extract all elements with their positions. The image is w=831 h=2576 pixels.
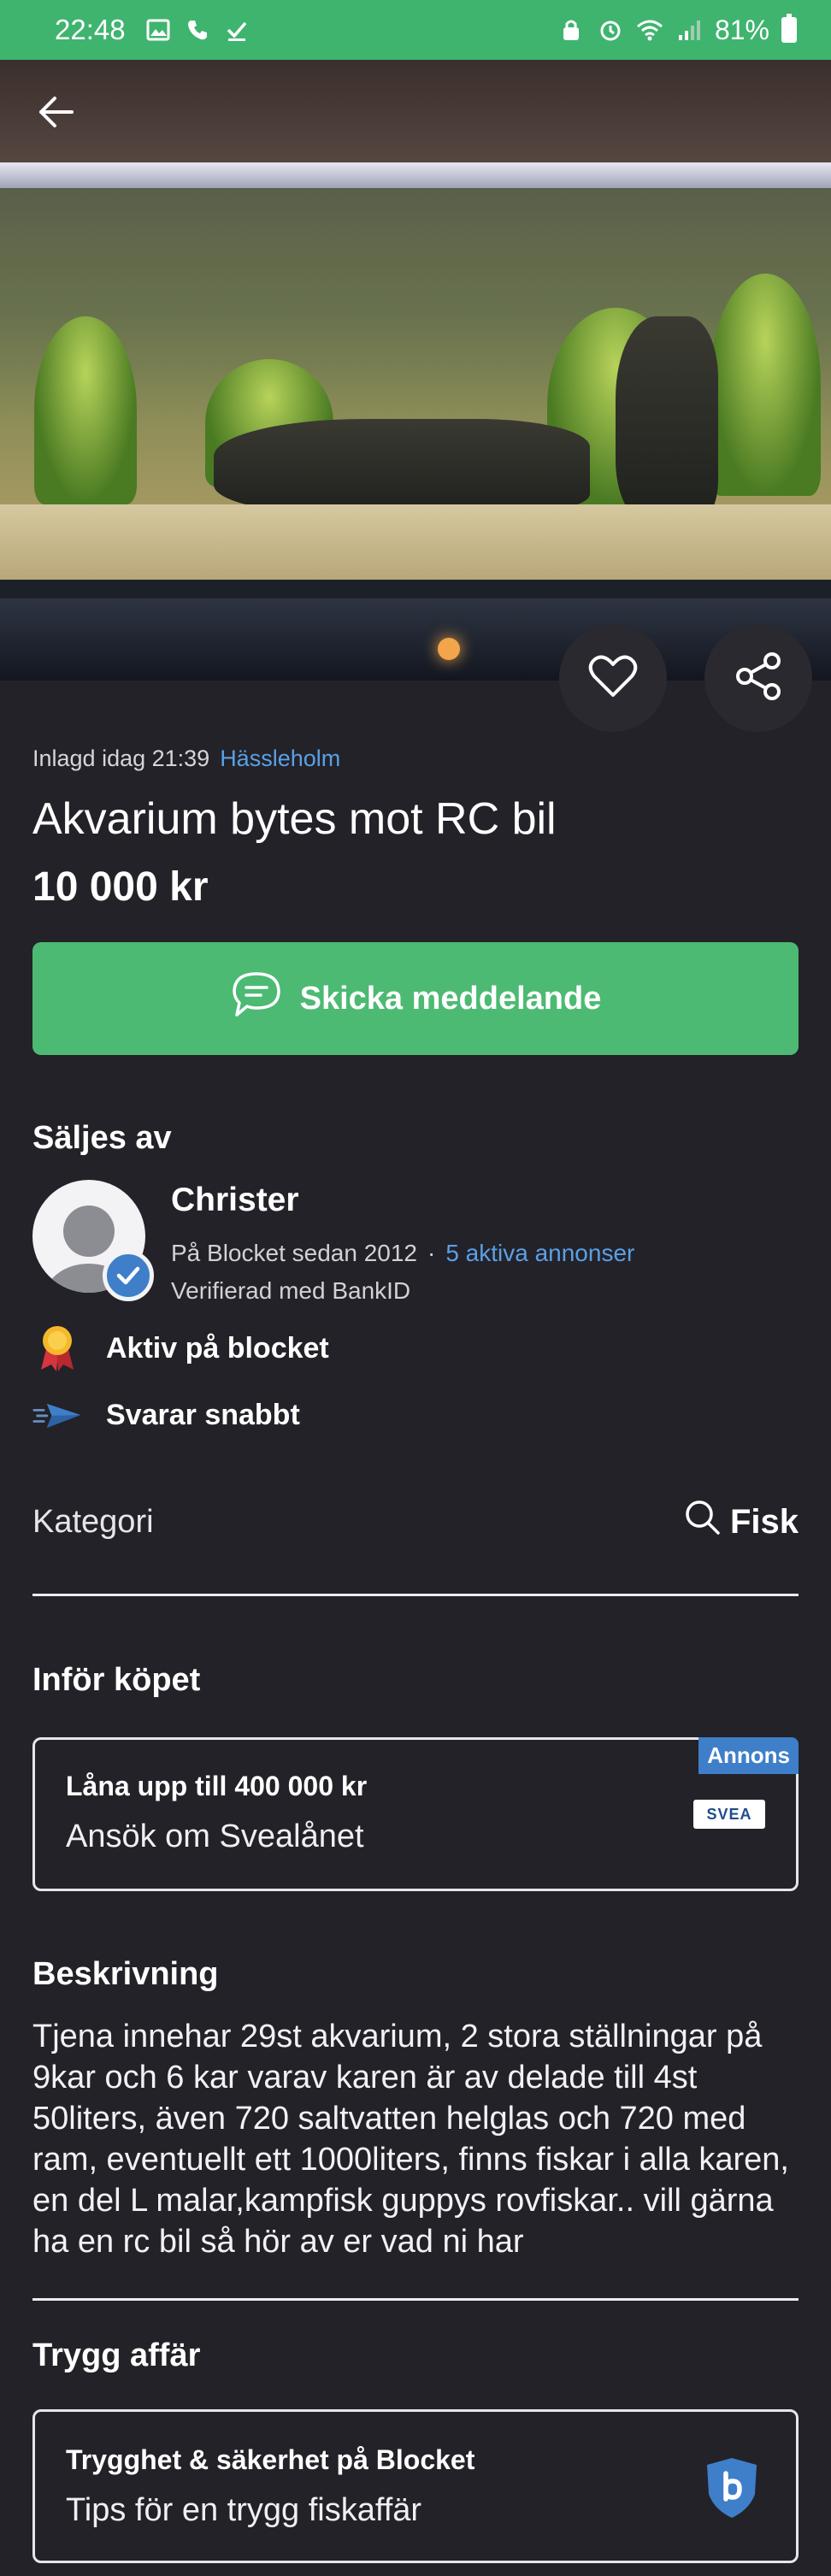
badge-active-label: Aktiv på blocket xyxy=(106,1331,329,1365)
verified-badge-icon xyxy=(103,1250,154,1301)
chat-bubble-icon xyxy=(230,970,283,1027)
wifi-icon xyxy=(636,16,663,44)
loan-ad-subtitle: Ansök om Svealånet xyxy=(66,1819,364,1854)
arrow-left-icon xyxy=(38,95,75,133)
favorite-button[interactable] xyxy=(559,624,667,732)
battery-icon xyxy=(781,14,797,43)
badge-fast-reply-label: Svarar snabbt xyxy=(106,1398,300,1431)
category-row[interactable]: Kategori Fisk xyxy=(32,1488,799,1556)
listing-price: 10 000 kr xyxy=(32,864,209,910)
loan-ad-card[interactable]: Annons Låna upp till 400 000 kr Ansök om… xyxy=(32,1737,799,1891)
send-message-label: Skicka meddelande xyxy=(299,980,602,1017)
ad-tag: Annons xyxy=(698,1737,799,1774)
lock-icon xyxy=(557,16,585,44)
description-heading: Beskrivning xyxy=(32,1956,219,1992)
loan-ad-title: Låna upp till 400 000 kr xyxy=(66,1771,368,1801)
safety-tips-card[interactable]: Trygghet & säkerhet på Blocket Tips för … xyxy=(32,2409,799,2563)
search-icon xyxy=(684,1499,722,1545)
bankid-verified: Verifierad med BankID xyxy=(171,1277,411,1304)
send-message-button[interactable]: Skicka meddelande xyxy=(32,942,799,1055)
seller-name[interactable]: Christer xyxy=(171,1182,299,1219)
blocket-shield-icon xyxy=(705,2456,758,2520)
description-text: Tjena innehar 29st akvarium, 2 stora stä… xyxy=(32,2019,789,2260)
status-time: 22:48 xyxy=(55,14,126,45)
category-name: Fisk xyxy=(729,1502,799,1541)
posted-time: Inlagd idag 21:39 xyxy=(32,746,210,771)
paper-plane-icon xyxy=(32,1390,82,1440)
battery-percent: 81% xyxy=(714,14,769,45)
image-icon xyxy=(144,16,172,44)
svea-logo: SVEA xyxy=(693,1800,765,1829)
heart-icon xyxy=(588,654,638,703)
badge-fast-reply: Svarar snabbt xyxy=(32,1390,300,1440)
category-label: Kategori xyxy=(32,1503,154,1540)
alarm-icon xyxy=(597,16,624,44)
seller-heading: Säljes av xyxy=(32,1120,172,1156)
separator: · xyxy=(427,1240,436,1266)
check-icon xyxy=(223,16,250,44)
safety-subtitle: Tips för en trygg fiskaffär xyxy=(66,2492,422,2528)
seller-since: På Blocket sedan 2012 · 5 aktiva annonser xyxy=(171,1240,634,1267)
share-icon xyxy=(733,651,784,706)
share-button[interactable] xyxy=(704,624,812,732)
divider xyxy=(32,1594,799,1596)
location-link[interactable]: Hässleholm xyxy=(220,746,340,771)
medal-icon xyxy=(32,1323,82,1373)
listing-title: Akvarium bytes mot RC bil xyxy=(32,794,557,844)
divider xyxy=(32,2298,799,2301)
active-ads-link[interactable]: 5 aktiva annonser xyxy=(445,1240,634,1266)
listing-image[interactable] xyxy=(0,60,831,681)
phone-icon xyxy=(184,16,211,44)
safety-title: Trygghet & säkerhet på Blocket xyxy=(66,2444,475,2475)
back-button[interactable] xyxy=(31,92,82,135)
listing-meta: Inlagd idag 21:39 Hässleholm xyxy=(32,746,340,772)
status-bar: 22:48 81% xyxy=(0,0,831,60)
member-since: På Blocket sedan 2012 xyxy=(171,1240,417,1266)
signal-icon xyxy=(675,16,703,44)
before-purchase-heading: Inför köpet xyxy=(32,1662,201,1698)
safe-deal-heading: Trygg affär xyxy=(32,2337,201,2373)
category-value[interactable]: Fisk xyxy=(684,1499,799,1545)
badge-active: Aktiv på blocket xyxy=(32,1323,329,1373)
